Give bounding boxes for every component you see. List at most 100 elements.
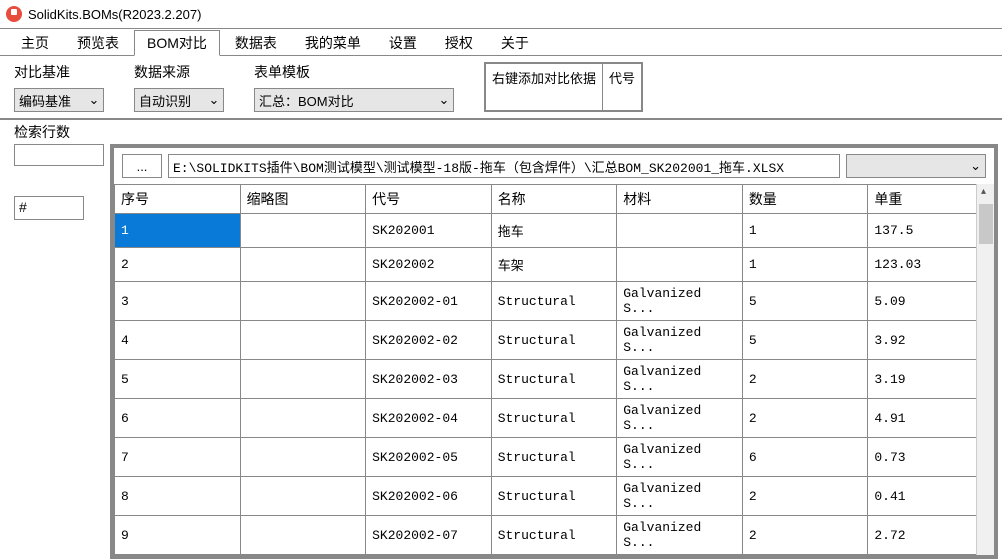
cell-wt[interactable]: 0.73 bbox=[868, 438, 994, 477]
cell-mat[interactable] bbox=[617, 214, 743, 248]
cell-thumb[interactable] bbox=[240, 214, 366, 248]
data-source-dropdown[interactable]: 自动识别 ⌄ bbox=[134, 88, 224, 112]
cell-thumb[interactable] bbox=[240, 248, 366, 282]
col-header-0[interactable]: 序号 bbox=[115, 185, 241, 214]
cell-qty[interactable]: 6 bbox=[742, 438, 868, 477]
cell-wt[interactable]: 3.19 bbox=[868, 360, 994, 399]
file-path-box[interactable]: E:\SOLIDKITS插件\BOM测试模型\测试模型-18版-拖车（包含焊件）… bbox=[168, 154, 840, 178]
cell-idx[interactable]: 5 bbox=[115, 360, 241, 399]
cell-idx[interactable]: 1 bbox=[115, 214, 241, 248]
menu-tab-5[interactable]: 设置 bbox=[376, 29, 430, 55]
browse-button[interactable]: ... bbox=[122, 154, 162, 178]
col-header-5[interactable]: 数量 bbox=[742, 185, 868, 214]
cell-name[interactable]: 车架 bbox=[491, 248, 617, 282]
cell-name[interactable]: Structural bbox=[491, 438, 617, 477]
col-header-1[interactable]: 缩略图 bbox=[240, 185, 366, 214]
cell-qty[interactable]: 2 bbox=[742, 399, 868, 438]
menu-tab-2[interactable]: BOM对比 bbox=[134, 30, 220, 56]
col-header-4[interactable]: 材料 bbox=[617, 185, 743, 214]
cell-mat[interactable]: Galvanized S... bbox=[617, 321, 743, 360]
cell-thumb[interactable] bbox=[240, 360, 366, 399]
path-dropdown[interactable]: ⌄ bbox=[846, 154, 986, 178]
cell-name[interactable]: Structural bbox=[491, 321, 617, 360]
table-row[interactable]: 6 SK202002-04StructuralGalvanized S...24.… bbox=[115, 399, 994, 438]
template-value: 汇总：BOM对比 bbox=[259, 91, 354, 110]
cell-wt[interactable]: 137.5 bbox=[868, 214, 994, 248]
cell-mat[interactable]: Galvanized S... bbox=[617, 282, 743, 321]
col-header-2[interactable]: 代号 bbox=[366, 185, 492, 214]
cell-mat[interactable] bbox=[617, 248, 743, 282]
cell-qty[interactable]: 5 bbox=[742, 282, 868, 321]
cell-code[interactable]: SK202002 bbox=[366, 248, 492, 282]
cell-idx[interactable]: 2 bbox=[115, 248, 241, 282]
cell-thumb[interactable] bbox=[240, 516, 366, 555]
cell-thumb[interactable] bbox=[240, 321, 366, 360]
cell-qty[interactable]: 1 bbox=[742, 248, 868, 282]
cell-qty[interactable]: 2 bbox=[742, 477, 868, 516]
cell-qty[interactable]: 1 bbox=[742, 214, 868, 248]
cell-idx[interactable]: 7 bbox=[115, 438, 241, 477]
cell-wt[interactable]: 5.09 bbox=[868, 282, 994, 321]
table-row[interactable]: 9 SK202002-07StructuralGalvanized S...22.… bbox=[115, 516, 994, 555]
cell-code[interactable]: SK202002-05 bbox=[366, 438, 492, 477]
cell-wt[interactable]: 0.41 bbox=[868, 477, 994, 516]
cell-idx[interactable]: 6 bbox=[115, 399, 241, 438]
cell-mat[interactable]: Galvanized S... bbox=[617, 516, 743, 555]
cell-mat[interactable]: Galvanized S... bbox=[617, 399, 743, 438]
hint-left[interactable]: 右键添加对比依据 bbox=[486, 64, 603, 110]
cell-qty[interactable]: 2 bbox=[742, 360, 868, 399]
table-row[interactable]: 4 SK202002-02StructuralGalvanized S...53.… bbox=[115, 321, 994, 360]
cell-name[interactable]: Structural bbox=[491, 516, 617, 555]
cell-wt[interactable]: 4.91 bbox=[868, 399, 994, 438]
cell-mat[interactable]: Galvanized S... bbox=[617, 477, 743, 516]
menu-tab-6[interactable]: 授权 bbox=[432, 29, 486, 55]
cell-idx[interactable]: 9 bbox=[115, 516, 241, 555]
menu-tab-4[interactable]: 我的菜单 bbox=[292, 29, 374, 55]
table-row[interactable]: 7 SK202002-05StructuralGalvanized S...60.… bbox=[115, 438, 994, 477]
menu-tab-7[interactable]: 关于 bbox=[488, 29, 542, 55]
cell-code[interactable]: SK202002-02 bbox=[366, 321, 492, 360]
cell-thumb[interactable] bbox=[240, 282, 366, 321]
cell-name[interactable]: Structural bbox=[491, 360, 617, 399]
cell-name[interactable]: Structural bbox=[491, 282, 617, 321]
cell-name[interactable]: Structural bbox=[491, 477, 617, 516]
menu-tab-3[interactable]: 数据表 bbox=[222, 29, 290, 55]
menu-tab-1[interactable]: 预览表 bbox=[64, 29, 132, 55]
cell-code[interactable]: SK202002-07 bbox=[366, 516, 492, 555]
cell-mat[interactable]: Galvanized S... bbox=[617, 438, 743, 477]
cell-wt[interactable]: 123.03 bbox=[868, 248, 994, 282]
vertical-scrollbar[interactable] bbox=[976, 184, 994, 555]
menu-tab-0[interactable]: 主页 bbox=[8, 29, 62, 55]
cell-code[interactable]: SK202001 bbox=[366, 214, 492, 248]
col-header-6[interactable]: 单重 bbox=[868, 185, 994, 214]
cell-name[interactable]: 拖车 bbox=[491, 214, 617, 248]
cell-qty[interactable]: 5 bbox=[742, 321, 868, 360]
cell-thumb[interactable] bbox=[240, 438, 366, 477]
table-row[interactable]: 2 SK202002车架 1123.03 bbox=[115, 248, 994, 282]
cell-code[interactable]: SK202002-06 bbox=[366, 477, 492, 516]
cell-idx[interactable]: 3 bbox=[115, 282, 241, 321]
template-dropdown[interactable]: 汇总：BOM对比 ⌄ bbox=[254, 88, 454, 112]
col-header-3[interactable]: 名称 bbox=[491, 185, 617, 214]
cell-name[interactable]: Structural bbox=[491, 399, 617, 438]
table-row[interactable]: 3 SK202002-01StructuralGalvanized S...55.… bbox=[115, 282, 994, 321]
compare-basis-dropdown[interactable]: 编码基准 ⌄ bbox=[14, 88, 104, 112]
table-row[interactable]: 1SK202001拖车1137.5 bbox=[115, 214, 994, 248]
table-row[interactable]: 5 SK202002-03StructuralGalvanized S...23.… bbox=[115, 360, 994, 399]
cell-qty[interactable]: 2 bbox=[742, 516, 868, 555]
cell-code[interactable]: SK202002-03 bbox=[366, 360, 492, 399]
cell-code[interactable]: SK202002-01 bbox=[366, 282, 492, 321]
cell-code[interactable]: SK202002-04 bbox=[366, 399, 492, 438]
cell-thumb[interactable] bbox=[240, 399, 366, 438]
menubar: 主页预览表BOM对比数据表我的菜单设置授权关于 bbox=[0, 28, 1002, 56]
hint-right[interactable]: 代号 bbox=[603, 64, 641, 110]
table-row[interactable]: 8 SK202002-06StructuralGalvanized S...20.… bbox=[115, 477, 994, 516]
hash-box[interactable]: # bbox=[14, 196, 84, 220]
cell-wt[interactable]: 2.72 bbox=[868, 516, 994, 555]
cell-thumb[interactable] bbox=[240, 477, 366, 516]
cell-wt[interactable]: 3.92 bbox=[868, 321, 994, 360]
cell-idx[interactable]: 4 bbox=[115, 321, 241, 360]
search-rows-input[interactable] bbox=[14, 144, 104, 166]
cell-mat[interactable]: Galvanized S... bbox=[617, 360, 743, 399]
cell-idx[interactable]: 8 bbox=[115, 477, 241, 516]
